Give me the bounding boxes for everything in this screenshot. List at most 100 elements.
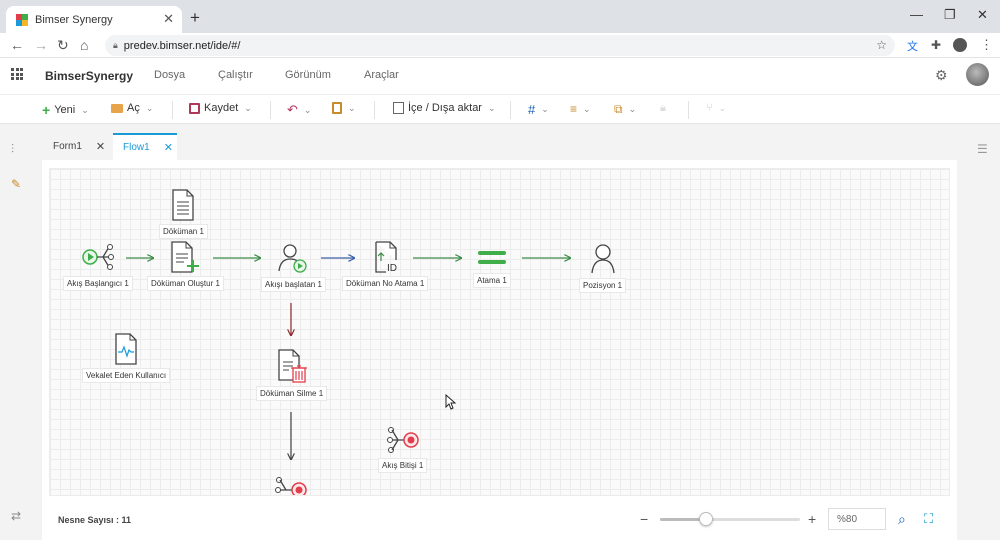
grid-button[interactable]: # ⌄	[528, 102, 549, 117]
left-rail: ⫶ ✎ ⇄	[0, 124, 33, 540]
address-bar[interactable]: 🔒︎ predev.bimser.net/ide/#/ ☆	[105, 35, 895, 56]
toolbox-icon[interactable]: ✎	[11, 177, 21, 191]
close-icon[interactable]: ✕	[96, 140, 105, 153]
zoom-level-value: %80	[837, 513, 858, 525]
node-document[interactable]: Döküman 1	[159, 189, 208, 239]
toolbar-divider	[374, 101, 375, 119]
folder-icon	[111, 103, 123, 113]
node-flow-start[interactable]: Akış Başlangıcı 1	[63, 241, 133, 291]
align-button[interactable]: ≡ ⌄	[570, 102, 591, 116]
menu-calistir[interactable]: Çalıştır	[218, 69, 253, 81]
undo-button[interactable]: ↶ ⌄	[287, 102, 311, 118]
flow-end-icon	[386, 427, 419, 453]
node-label: Döküman Oluştur 1	[147, 276, 224, 291]
url-text: predev.bimser.net/ide/#/	[123, 39, 241, 52]
flow-settings-icon[interactable]: ⇄	[11, 509, 21, 523]
menu-dosya[interactable]: Dosya	[154, 69, 185, 81]
tab-form1-label: Form1	[53, 141, 82, 152]
new-tab-button[interactable]: +	[190, 8, 200, 28]
zoom-level-field[interactable]: %80	[828, 508, 886, 530]
app-launcher-icon[interactable]	[11, 68, 23, 80]
new-button[interactable]: + Yeni ⌄	[42, 102, 89, 118]
node-position[interactable]: Pozisyon 1	[579, 243, 627, 293]
node-flow-end-partial[interactable]	[274, 475, 308, 495]
settings-gear-icon[interactable]: ⚙	[935, 67, 948, 84]
lock-icon: 🔒︎	[660, 102, 666, 114]
chevron-down-icon: ⌄	[303, 104, 312, 115]
hierarchy-icon: ⑂	[706, 102, 713, 114]
toolbar-divider	[270, 101, 271, 119]
reload-icon[interactable]: ↻	[57, 37, 69, 54]
restore-icon[interactable]: ❐	[944, 7, 956, 23]
open-button[interactable]: Aç ⌄	[111, 102, 153, 114]
menu-gorunum[interactable]: Görünüm	[285, 69, 331, 81]
zoom-in-button[interactable]: +	[808, 511, 816, 527]
node-proxy-user[interactable]: Vekalet Eden Kullanıcı	[82, 333, 171, 383]
properties-icon[interactable]: ⫶	[11, 142, 14, 157]
undo-icon: ↶	[287, 102, 298, 117]
editor-toolbar: + Yeni ⌄ Aç ⌄ Kaydet ⌄ ↶ ⌄ ⌄ İçe / Dışa …	[0, 94, 1000, 124]
fit-to-screen-icon[interactable]: ⛶	[924, 511, 933, 527]
person-icon	[590, 244, 615, 274]
home-icon[interactable]: ⌂	[80, 37, 88, 53]
document-id-icon: ID	[375, 241, 397, 273]
menu-araclar[interactable]: Araçlar	[364, 69, 399, 81]
hierarchy-button[interactable]: ⑂ ⌄	[706, 102, 726, 114]
browser-tab[interactable]: Bimser Synergy ✕	[6, 6, 182, 33]
extensions-icon[interactable]: ✚	[931, 38, 941, 52]
close-tab-icon[interactable]: ✕	[163, 11, 174, 27]
import-export-icon	[393, 102, 404, 114]
window-close-icon[interactable]: ✕	[977, 7, 988, 23]
node-label: Pozisyon 1	[579, 278, 627, 293]
flow-canvas[interactable]: Döküman 1 Akış Başlangıcı 1 Döküman Oluş…	[49, 168, 950, 496]
import-export-button[interactable]: İçe / Dışa aktar ⌄	[393, 102, 496, 114]
node-create-document[interactable]: Döküman Oluştur 1	[147, 241, 224, 291]
node-label: Döküman No Atama 1	[342, 276, 429, 291]
zoom-search-icon[interactable]: ⌕	[898, 511, 906, 528]
mouse-cursor	[445, 394, 457, 410]
node-label: Akış Başlangıcı 1	[63, 276, 133, 291]
node-flow-initiator[interactable]: Akışı başlatan 1	[261, 242, 326, 292]
zoom-slider-thumb[interactable]	[699, 512, 714, 526]
forward-icon[interactable]: →	[34, 37, 48, 53]
chevron-down-icon: ⌄	[145, 102, 154, 113]
chevron-down-icon: ⌄	[244, 102, 252, 113]
app-header: BimserSynergy Dosya Çalıştır Görünüm Ara…	[0, 58, 1000, 94]
bimser-favicon	[16, 13, 28, 26]
node-delete-document[interactable]: Döküman Silme 1	[256, 349, 328, 401]
browser-menu-icon[interactable]: ⋮	[980, 37, 993, 53]
tab-form1[interactable]: Form1 ✕	[43, 133, 116, 160]
flow-start-icon	[82, 244, 114, 270]
profile-icon[interactable]	[953, 38, 967, 52]
back-icon[interactable]: ←	[10, 37, 24, 53]
bookmark-star-icon[interactable]: ☆	[876, 38, 887, 52]
clipboard-button[interactable]: ⌄	[332, 102, 356, 114]
zoom-out-button[interactable]: −	[640, 511, 648, 527]
user-start-icon	[278, 244, 308, 273]
node-document-number[interactable]: ID Döküman No Atama 1	[342, 241, 429, 291]
node-label: Döküman 1	[159, 224, 208, 239]
node-flow-end[interactable]: Akış Bitişi 1	[378, 425, 428, 473]
browser-tab-strip: Bimser Synergy ✕ + — ❐ ✕	[0, 0, 1000, 33]
chevron-down-icon: ⌄	[583, 103, 591, 114]
new-label: Yeni	[54, 104, 76, 116]
minimize-icon[interactable]: —	[910, 7, 923, 22]
right-panel-icon[interactable]: ☰	[977, 142, 988, 156]
close-icon[interactable]: ✕	[164, 141, 173, 154]
user-avatar[interactable]	[966, 63, 989, 86]
document-signal-icon	[115, 333, 137, 365]
arrange-icon: ⧉	[614, 102, 623, 116]
clipboard-icon	[332, 102, 342, 114]
svg-text:ID: ID	[387, 263, 397, 273]
tab-flow1[interactable]: Flow1 ✕	[113, 133, 177, 160]
arrange-button[interactable]: ⧉ ⌄	[614, 102, 636, 117]
translate-icon[interactable]: 文	[907, 38, 918, 54]
plus-icon: +	[42, 102, 51, 118]
lock-button[interactable]: 🔒︎	[660, 102, 666, 115]
node-label: Döküman Silme 1	[256, 386, 328, 401]
toolbar-divider	[172, 101, 173, 119]
zoom-slider[interactable]	[660, 512, 800, 526]
lock-icon: 🔒︎	[113, 40, 118, 50]
node-assignment[interactable]: Atama 1	[473, 248, 511, 288]
save-button[interactable]: Kaydet ⌄	[189, 102, 252, 114]
